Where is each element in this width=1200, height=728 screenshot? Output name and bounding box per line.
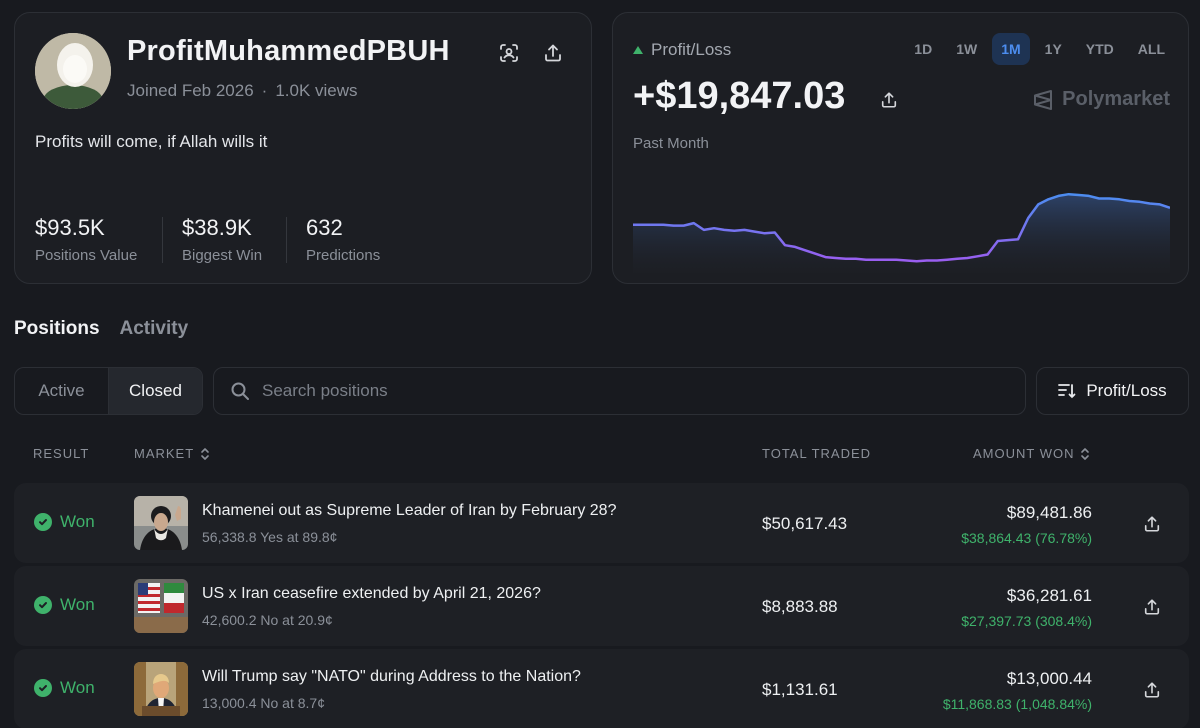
range-1y[interactable]: 1Y: [1036, 33, 1071, 65]
filter-closed[interactable]: Closed: [108, 368, 202, 414]
sort-label: Profit/Loss: [1086, 381, 1167, 400]
polymarket-brand: Polymarket: [1032, 88, 1170, 111]
profit-value: $11,868.83 (1,048.84%): [942, 696, 1092, 712]
result-label: Won: [60, 512, 95, 531]
share-icon[interactable]: [1138, 510, 1166, 538]
market-position: 42,600.2 No at 20.9¢: [202, 612, 333, 628]
market-position: 56,338.8 Yes at 89.8¢: [202, 529, 338, 545]
sort-icon: [1058, 384, 1076, 399]
header-result: RESULT: [33, 446, 89, 461]
range-all[interactable]: ALL: [1129, 33, 1174, 65]
total-traded: $8,883.88: [762, 597, 838, 616]
pnl-chart[interactable]: [633, 178, 1170, 273]
avatar[interactable]: [35, 33, 111, 109]
table-row[interactable]: Won US x Iran ceasefire extended by Apri…: [14, 566, 1189, 646]
stat-positions-value: $93.5K Positions Value: [35, 215, 137, 264]
amount-won: $13,000.44 $11,868.83 (1,048.84%): [943, 669, 1092, 712]
brand-name: Polymarket: [1062, 88, 1170, 110]
result-label: Won: [60, 678, 95, 697]
share-icon[interactable]: [539, 39, 567, 67]
check-circle-icon: [34, 513, 52, 531]
amount-won-value: $36,281.61: [1006, 586, 1092, 605]
profit-value: $27,397.73 (308.4%): [961, 613, 1092, 629]
pnl-label-text: Profit/Loss: [651, 40, 732, 59]
header-total-traded-label: TOTAL TRADED: [762, 446, 872, 461]
tab-activity[interactable]: Activity: [120, 318, 189, 340]
status-toggle: Active Closed: [14, 367, 203, 415]
pnl-label: Profit/Loss: [633, 40, 731, 60]
divider: [162, 217, 163, 263]
header-amount-won[interactable]: AMOUNT WON: [973, 446, 1090, 461]
share-icon[interactable]: [875, 86, 903, 114]
result-badge: Won: [34, 678, 95, 698]
header-total-traded: TOTAL TRADED: [762, 446, 871, 461]
search-input[interactable]: [262, 381, 962, 401]
header-result-label: RESULT: [33, 446, 90, 461]
profit-value: $38,864.43 (76.78%): [961, 530, 1092, 546]
range-1d[interactable]: 1D: [905, 33, 941, 65]
profile-meta: Joined Feb 2026 · 1.0K views: [127, 81, 358, 101]
divider: [286, 217, 287, 263]
market-image: [134, 579, 188, 633]
separator-dot: ·: [261, 81, 268, 100]
market-position: 13,000.4 No at 8.7¢: [202, 695, 325, 711]
pnl-value: +$19,847.03: [633, 75, 846, 117]
market-title[interactable]: Khamenei out as Supreme Leader of Iran b…: [202, 502, 616, 520]
profile-card: ProfitMuhammedPBUH Joined Feb 2026 · 1.0K …: [14, 12, 592, 284]
stat-label: Positions Value: [35, 247, 138, 264]
range-1w[interactable]: 1W: [947, 33, 986, 65]
tab-bar: Positions Activity: [14, 318, 188, 340]
amount-won: $36,281.61 $27,397.73 (308.4%): [961, 586, 1092, 629]
amount-won-value: $89,481.86: [1006, 503, 1092, 522]
result-label: Won: [60, 595, 95, 614]
polymarket-logo-icon: [1034, 89, 1053, 110]
sort-button[interactable]: Profit/Loss: [1036, 367, 1189, 415]
header-market-label: MARKET: [134, 446, 195, 461]
header-amount-won-label: AMOUNT WON: [973, 446, 1075, 461]
scan-face-icon[interactable]: [495, 39, 523, 67]
tab-positions[interactable]: Positions: [14, 318, 100, 340]
view-count: 1.0K views: [275, 81, 358, 100]
result-badge: Won: [34, 512, 95, 532]
filter-active[interactable]: Active: [15, 368, 108, 414]
stat-label: Biggest Win: [182, 247, 263, 264]
stat-biggest-win: $38.9K Biggest Win: [182, 215, 262, 264]
result-badge: Won: [34, 595, 95, 615]
stat-value: 632: [306, 215, 343, 240]
range-selector: 1D 1W 1M 1Y YTD ALL: [905, 33, 1174, 65]
market-image: [134, 496, 188, 550]
amount-won-value: $13,000.44: [1006, 669, 1092, 688]
stat-value: $93.5K: [35, 215, 105, 240]
period-label: Past Month: [633, 135, 709, 152]
share-icon[interactable]: [1138, 676, 1166, 704]
check-circle-icon: [34, 679, 52, 697]
range-ytd[interactable]: YTD: [1077, 33, 1123, 65]
market-title[interactable]: US x Iran ceasefire extended by April 21…: [202, 585, 541, 603]
table-row[interactable]: Won Khamenei out as Supreme Leader of Ir…: [14, 483, 1189, 563]
stat-label: Predictions: [306, 247, 381, 264]
chevron-updown-icon: [201, 447, 209, 460]
check-circle-icon: [34, 596, 52, 614]
profile-bio: Profits will come, if Allah wills it: [35, 132, 268, 151]
share-icon[interactable]: [1138, 593, 1166, 621]
username: ProfitMuhammedPBUH: [127, 35, 450, 67]
market-title[interactable]: Will Trump say "NATO" during Address to …: [202, 668, 581, 686]
stat-predictions: 632 Predictions: [306, 215, 380, 264]
header-market[interactable]: MARKET: [134, 446, 210, 461]
market-image: [134, 662, 188, 716]
stat-value: $38.9K: [182, 215, 252, 240]
table-row[interactable]: Won Will Trump say "NATO" during Address…: [14, 649, 1189, 728]
search-icon: [231, 382, 249, 400]
trend-up-icon: [633, 46, 643, 54]
joined-date: Joined Feb 2026: [127, 81, 254, 100]
amount-won: $89,481.86 $38,864.43 (76.78%): [961, 503, 1092, 546]
search-box: [213, 367, 1026, 415]
range-1m[interactable]: 1M: [992, 33, 1030, 65]
total-traded: $1,131.61: [762, 680, 838, 699]
profit-loss-card: Profit/Loss 1D 1W 1M 1Y YTD ALL +$19,847…: [612, 12, 1189, 284]
chevron-updown-icon: [1081, 447, 1090, 460]
total-traded: $50,617.43: [762, 514, 848, 533]
